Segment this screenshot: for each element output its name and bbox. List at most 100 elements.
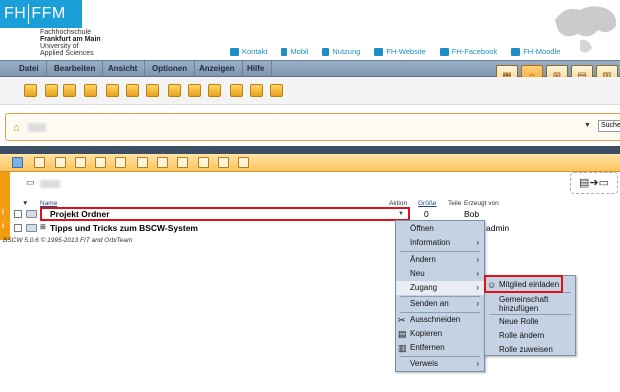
cut-icon[interactable]	[137, 157, 148, 168]
column-size[interactable]: Größe	[418, 200, 436, 207]
mail-icon	[230, 47, 239, 56]
menu-item-send-to[interactable]: Senden an ›	[396, 297, 484, 311]
submenu-item-assign-role[interactable]: Rolle zuweisen	[485, 345, 575, 354]
document-icon	[322, 47, 330, 56]
world-map-icon	[555, 6, 617, 53]
paste-icon[interactable]	[177, 157, 188, 168]
link-fh-facebook[interactable]: FH-Facebook	[439, 47, 497, 56]
footer: BSCW 5.0.6 © 1995-2013 FIT and OrbiTeam	[3, 237, 133, 244]
zip-icon[interactable]	[218, 157, 229, 168]
row-created-by: Bob	[464, 209, 480, 219]
folder-icon[interactable]	[115, 157, 126, 168]
link-mobil[interactable]: Mobil	[281, 47, 308, 56]
home-icon	[374, 47, 384, 56]
menu-optionen[interactable]: Optionen	[145, 61, 196, 77]
logo-line-3: University of	[40, 43, 79, 50]
new-url-icon[interactable]	[126, 84, 139, 97]
send-icon[interactable]	[238, 157, 249, 168]
copy-icon: ▤	[398, 329, 407, 339]
copy-to-icon[interactable]	[208, 84, 221, 97]
deselect-icon[interactable]	[34, 157, 45, 168]
menu-ansicht[interactable]: Ansicht	[101, 61, 146, 77]
breadcrumb-path[interactable]	[28, 123, 46, 132]
search-field[interactable]: Suchen	[598, 120, 620, 132]
menu-hilfe[interactable]: Hilfe	[240, 61, 273, 77]
submenu-item-new-role[interactable]: Neue Rolle	[485, 317, 575, 326]
moodle-icon	[511, 47, 521, 56]
menu-item-cut[interactable]: ✂ Ausschneiden	[396, 313, 484, 327]
new-document-icon[interactable]	[84, 84, 97, 97]
info-icon[interactable]: i	[2, 223, 4, 230]
current-folder-icon: ▭	[26, 177, 35, 187]
link-kontakt[interactable]: Kontakt	[230, 47, 267, 56]
plus-icon[interactable]	[55, 157, 66, 168]
row-checkbox[interactable]	[14, 224, 22, 232]
edit-icon[interactable]	[270, 84, 283, 97]
row-checkbox[interactable]	[14, 210, 22, 218]
link-icon[interactable]	[95, 157, 106, 168]
column-action: Aktion	[389, 200, 408, 207]
action-toolbar	[0, 77, 620, 105]
action-dropdown-icon[interactable]: ▼	[398, 211, 404, 217]
column-name[interactable]: Name	[40, 200, 57, 207]
menu-bearbeiten[interactable]: Bearbeiten	[47, 61, 104, 77]
column-created-by: Erzeugt von	[464, 200, 499, 207]
new-calendar-icon[interactable]	[188, 84, 201, 97]
copy-icon[interactable]	[157, 157, 168, 168]
sort-arrow-icon[interactable]: ▼	[22, 200, 28, 207]
facebook-icon	[439, 47, 449, 56]
info-icon[interactable]: i	[2, 209, 4, 216]
table-row[interactable]: i ⊞ Tipps und Tricks zum BSCW-System adm…	[0, 223, 620, 235]
menu-datei[interactable]: Datei	[12, 61, 47, 77]
mail-out-icon[interactable]	[250, 84, 263, 97]
fh-logo[interactable]: FH FFM	[0, 0, 82, 28]
link-fh-website[interactable]: FH-Website	[374, 47, 426, 56]
menu-item-copy[interactable]: ▤ Kopieren	[396, 327, 484, 341]
home-icon[interactable]: ⌂	[13, 122, 20, 134]
new-discussion-icon[interactable]	[168, 84, 181, 97]
archive-icon[interactable]	[198, 157, 209, 168]
phone-icon	[281, 47, 288, 56]
submenu-item-change-role[interactable]: Rolle ändern	[485, 331, 575, 340]
menu-item-new[interactable]: Neu ›	[396, 267, 484, 281]
submenu-item-add-community[interactable]: Gemeinschaft hinzufügen	[485, 295, 575, 313]
logo-line-2: Frankfurt am Main	[40, 36, 101, 43]
menu-item-information[interactable]: Information ›	[396, 236, 484, 250]
link-nutzung[interactable]: Nutzung	[322, 47, 360, 56]
row-size: 0	[424, 209, 429, 219]
menu-item-change[interactable]: Ändern ›	[396, 253, 484, 267]
menu-item-reference[interactable]: Verweis ›	[396, 357, 484, 371]
menu-anzeigen[interactable]: Anzeigen	[192, 61, 243, 77]
expand-icon[interactable]: ⊞	[40, 223, 46, 231]
move-to-icon[interactable]	[230, 84, 243, 97]
current-folder-name	[40, 180, 60, 188]
row-name[interactable]: Tipps und Tricks zum BSCW-System	[50, 223, 198, 233]
chevron-down-icon[interactable]: ▼	[584, 122, 591, 129]
search-icon[interactable]	[24, 84, 37, 97]
menu-item-access[interactable]: Zugang ›	[396, 281, 484, 295]
logo-line-4: Applied Sciences	[40, 50, 94, 57]
upload-icon[interactable]	[45, 84, 58, 97]
chevron-right-icon: ›	[476, 283, 479, 292]
new-member-icon[interactable]	[146, 84, 159, 97]
chevron-right-icon: ›	[476, 359, 479, 368]
highlight-box	[484, 275, 563, 293]
select-all-icon[interactable]	[12, 157, 23, 168]
clipboard-move-icon[interactable]: ▤➜▭	[570, 172, 618, 194]
menu-item-open[interactable]: Öffnen	[396, 222, 484, 236]
list-toolbar	[0, 154, 620, 172]
chevron-right-icon: ›	[476, 299, 479, 308]
logo-line-1: Fachhochschule	[40, 29, 91, 36]
top-links: Kontakt Mobil Nutzung FH-Website FH-Face…	[230, 47, 560, 56]
separator-bar	[0, 146, 620, 154]
trash-icon: ▥	[398, 343, 407, 353]
menu-item-remove[interactable]: ▥ Entfernen	[396, 341, 484, 355]
new-folder-icon[interactable]	[63, 84, 76, 97]
link-fh-moodle[interactable]: FH-Moodle	[511, 47, 560, 56]
highlight-box	[40, 207, 410, 221]
logo-short-1: FH	[4, 5, 27, 22]
new-note-icon[interactable]	[106, 84, 119, 97]
minus-icon[interactable]	[75, 157, 86, 168]
chevron-right-icon: ›	[476, 269, 479, 278]
context-menu: Öffnen Information › Ändern › Neu › Zugang ›…	[395, 220, 485, 372]
